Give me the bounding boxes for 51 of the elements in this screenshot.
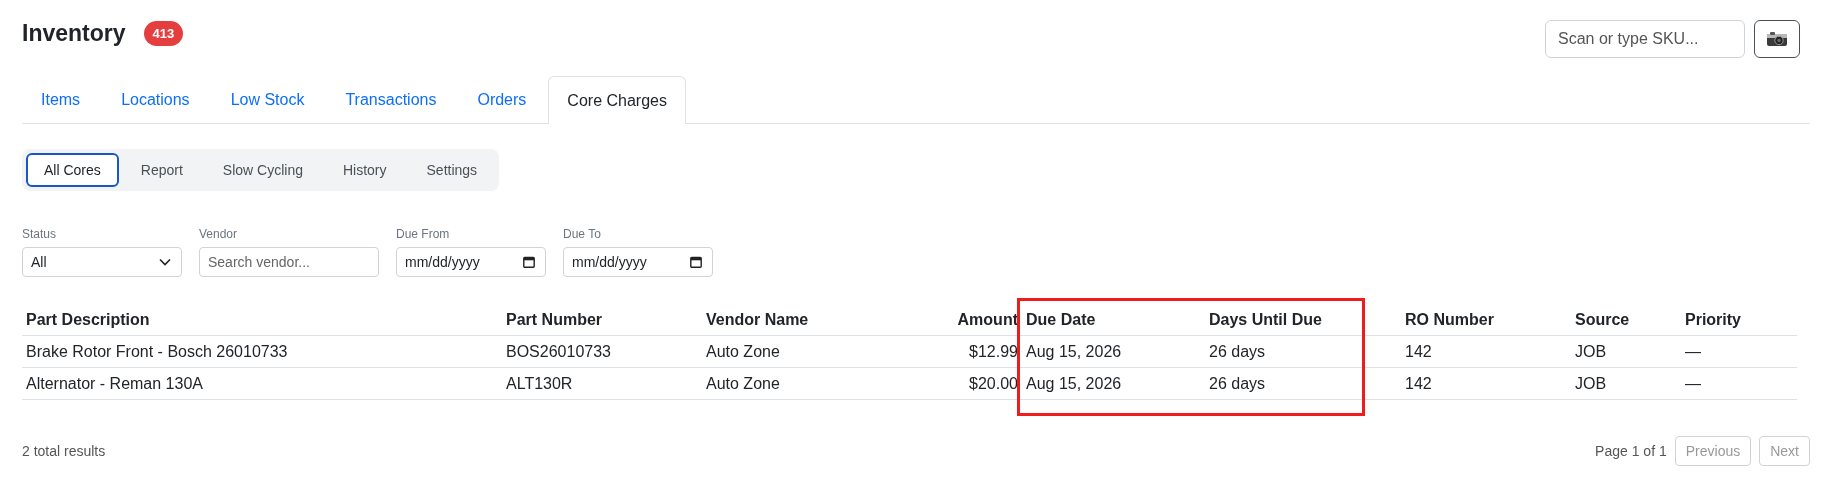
table-cell-text: Alternator - Reman 130A [25,374,204,393]
filter-label: Due To [563,227,602,241]
table-cell-text: 142 [1404,374,1433,393]
nav-tab[interactable]: Core Charges [548,76,686,124]
nav-tab[interactable]: Items [22,76,100,123]
column-header: Part Description [25,310,151,329]
table-cell-text: 26 days [1208,342,1267,361]
table-cell-text: BOS26010733 [505,342,612,361]
nav-tab[interactable]: Low Stock [211,76,324,123]
table-cell-text: $20.00 [968,374,1019,393]
column-header: Source [1574,310,1631,329]
date-field[interactable]: mm/dd/yyyy [396,247,546,277]
table-cell-text: 26 days [1208,374,1267,393]
column-header: Part Number [505,310,604,329]
column-header: Due Date [1025,310,1097,329]
count-badge: 413 [143,21,184,46]
segment-tab[interactable]: Slow Cycling [204,153,321,187]
segment-tab[interactable]: Report [122,153,201,187]
table-cell-text: Brake Rotor Front - Bosch 26010733 [25,342,289,361]
nav-tab[interactable]: Orders [458,76,546,123]
segment-tab[interactable]: Settings [408,153,496,187]
table-cell-text: ALT130R [505,374,574,393]
segment-tab[interactable]: All Cores [26,153,119,187]
filter-label: Due From [396,227,451,241]
table-cell-text: $12.99 [968,342,1019,361]
page-title: Inventory [22,20,126,47]
column-header: Days Until Due [1208,310,1323,329]
table-cell-text: — [1684,374,1702,393]
vendor-search-field[interactable]: Search vendor... [199,247,379,277]
status-dropdown[interactable]: All [22,247,182,277]
filter-label: Vendor [199,227,239,241]
table-cell-text: Aug 15, 2026 [1025,342,1123,361]
column-header: Priority [1684,310,1742,329]
table-cell-text: 142 [1404,342,1433,361]
nav-tab[interactable]: Locations [102,76,209,123]
column-header: Vendor Name [705,310,810,329]
table-cell-text: Aug 15, 2026 [1025,374,1123,393]
table-cell-text: — [1684,342,1702,361]
table-cell-text: Auto Zone [705,374,781,393]
column-header: RO Number [1404,310,1495,329]
table-cell-text: JOB [1574,342,1608,361]
column-header: Amount [956,310,1019,329]
date-field[interactable]: mm/dd/yyyy [563,247,713,277]
results-count: 2 total results [22,443,106,459]
segment-tab[interactable]: History [324,153,405,187]
nav-tab[interactable]: Transactions [326,76,456,123]
filter-label: Status [22,227,58,241]
table-cell-text: Auto Zone [705,342,781,361]
sku-search-field[interactable]: Scan or type SKU... [1545,20,1745,58]
table-cell-text: JOB [1574,374,1608,393]
page-info: Page 1 of 1 [1595,443,1667,459]
